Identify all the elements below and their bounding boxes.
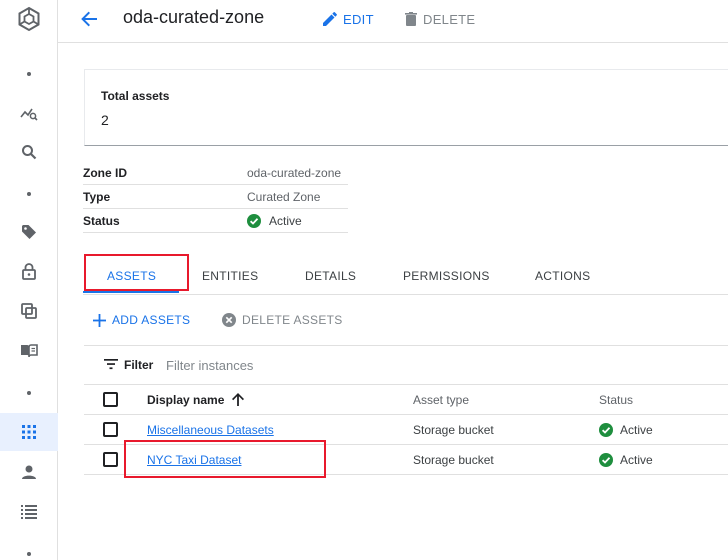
table-header-row: Display name Asset type Status xyxy=(84,385,728,415)
zone-id-key: Zone ID xyxy=(83,165,127,180)
tab-assets[interactable]: ASSETS xyxy=(107,258,156,294)
arrow-upward-icon xyxy=(232,393,245,406)
dot-icon xyxy=(0,374,58,412)
tag-icon[interactable] xyxy=(0,213,58,251)
filter-bar: Filter xyxy=(84,345,728,385)
explore-icon[interactable] xyxy=(0,94,58,132)
person-icon[interactable] xyxy=(0,453,58,491)
zone-type-row: Type Curated Zone xyxy=(83,185,348,209)
dot-icon xyxy=(0,55,58,93)
edit-button[interactable]: EDIT xyxy=(323,10,374,28)
column-header-asset-type[interactable]: Asset type xyxy=(413,385,469,414)
total-assets-label: Total assets xyxy=(101,89,170,103)
filter-input[interactable] xyxy=(166,355,466,375)
assets-table: Display name Asset type Status Miscellan… xyxy=(84,385,728,475)
book-icon[interactable] xyxy=(0,332,58,370)
delete-label: DELETE xyxy=(423,11,476,27)
table-row: NYC Taxi Dataset Storage bucket Active xyxy=(84,445,728,475)
select-all-checkbox[interactable] xyxy=(103,392,118,407)
sort-ascending-button[interactable] xyxy=(232,393,245,406)
row-status-cell: Active xyxy=(599,445,653,474)
zone-type-value: Curated Zone xyxy=(247,189,321,204)
cancel-circle-icon xyxy=(222,313,236,327)
tab-details[interactable]: DETAILS xyxy=(305,258,356,294)
row-status-text: Active xyxy=(620,452,653,467)
delete-assets-button[interactable]: DELETE ASSETS xyxy=(222,310,343,330)
delete-assets-label: DELETE ASSETS xyxy=(242,313,343,327)
column-header-display-name[interactable]: Display name xyxy=(147,385,245,414)
lock-icon[interactable] xyxy=(0,252,58,290)
table-row: Miscellaneous Datasets Storage bucket Ac… xyxy=(84,415,728,445)
select-all-cell xyxy=(103,385,118,414)
row-status-cell: Active xyxy=(599,415,653,444)
check-circle-icon xyxy=(247,213,261,228)
left-nav-rail xyxy=(0,0,58,560)
zone-id-value: oda-curated-zone xyxy=(247,165,342,180)
filter-label: Filter xyxy=(124,358,154,372)
row-status-text: Active xyxy=(620,422,653,437)
row-checkbox-cell xyxy=(103,415,118,444)
filter-icon xyxy=(104,359,118,370)
search-icon[interactable] xyxy=(0,133,58,171)
row-name-cell: Miscellaneous Datasets xyxy=(147,415,274,444)
dot-icon xyxy=(0,535,58,560)
tab-bar: ASSETS ENTITIES DETAILS PERMISSIONS ACTI… xyxy=(83,258,728,295)
arrow-back-icon xyxy=(80,11,97,27)
column-label-display-name: Display name xyxy=(147,392,225,407)
dataplex-logo-icon[interactable] xyxy=(0,0,58,38)
tab-permissions[interactable]: PERMISSIONS xyxy=(403,258,490,294)
zone-status-key: Status xyxy=(83,213,120,228)
dot-icon xyxy=(0,175,58,213)
row-checkbox[interactable] xyxy=(103,452,118,467)
plus-icon xyxy=(93,313,106,327)
page-title: oda-curated-zone xyxy=(123,7,265,27)
asset-link[interactable]: NYC Taxi Dataset xyxy=(147,453,241,467)
tab-actions[interactable]: ACTIONS xyxy=(535,258,590,294)
check-circle-icon xyxy=(599,422,613,437)
delete-button[interactable]: DELETE xyxy=(405,10,475,28)
copy-icon[interactable] xyxy=(0,292,58,330)
row-checkbox[interactable] xyxy=(103,422,118,437)
asset-link[interactable]: Miscellaneous Datasets xyxy=(147,423,274,437)
edit-label: EDIT xyxy=(343,11,374,27)
total-assets-card: Total assets 2 xyxy=(84,69,728,146)
row-type-cell: Storage bucket xyxy=(413,452,494,467)
trash-icon xyxy=(405,12,417,26)
zone-type-key: Type xyxy=(83,189,111,204)
page-header: oda-curated-zone EDIT DELETE xyxy=(58,0,728,43)
zone-status-text: Active xyxy=(269,213,302,228)
add-assets-label: ADD ASSETS xyxy=(112,313,191,327)
column-header-status[interactable]: Status xyxy=(599,385,633,414)
list-icon[interactable] xyxy=(0,493,58,531)
zone-status-value: Active xyxy=(247,213,302,228)
zone-id-row: Zone ID oda-curated-zone xyxy=(83,161,348,185)
pencil-icon xyxy=(323,12,337,26)
add-assets-button[interactable]: ADD ASSETS xyxy=(93,310,190,330)
zone-status-row: Status Active xyxy=(83,209,348,233)
tab-entities[interactable]: ENTITIES xyxy=(202,258,258,294)
row-type-cell: Storage bucket xyxy=(413,422,494,437)
active-tab-indicator xyxy=(83,291,179,293)
back-button[interactable] xyxy=(78,8,100,30)
zone-details: Zone ID oda-curated-zone Type Curated Zo… xyxy=(83,161,348,233)
apps-grid-icon[interactable] xyxy=(0,413,58,451)
check-circle-icon xyxy=(599,452,613,467)
total-assets-value: 2 xyxy=(101,112,109,128)
row-checkbox-cell xyxy=(103,445,118,474)
row-name-cell: NYC Taxi Dataset xyxy=(147,445,241,474)
